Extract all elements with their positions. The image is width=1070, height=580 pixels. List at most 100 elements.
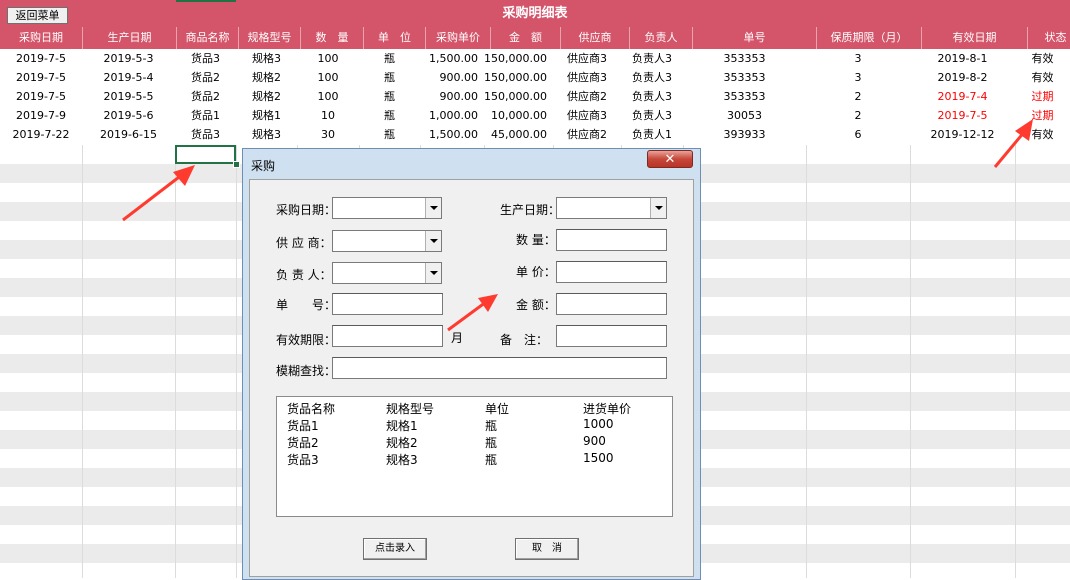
table-cell[interactable]: 353353 — [683, 49, 806, 68]
table-row[interactable]: 2019-7-9 2019-5-6 货品1 规格1 10 瓶 1,000.00 10,000.… — [0, 106, 1070, 125]
table-cell[interactable]: 353353 — [683, 68, 806, 87]
table-cell[interactable]: 30 — [297, 125, 359, 144]
table-row[interactable]: 2019-7-22 2019-6-15 货品3 规格3 30 瓶 1,500.00 45,00… — [0, 125, 1070, 144]
table-cell[interactable]: 过期 — [1015, 106, 1070, 125]
table-cell[interactable]: 瓶 — [359, 49, 420, 68]
manager-combo[interactable] — [332, 262, 442, 284]
table-cell[interactable]: 货品2 — [175, 68, 236, 87]
chevron-down-icon[interactable] — [425, 231, 441, 251]
close-icon[interactable]: ✕ — [647, 150, 693, 168]
table-cell[interactable]: 2019-7-22 — [0, 125, 82, 144]
table-cell[interactable]: 2019-7-5 — [910, 106, 1015, 125]
table-cell[interactable]: 供应商2 — [553, 87, 621, 106]
table-row[interactable]: 2019-7-5 2019-5-4 货品2 规格2 100 瓶 900.00 150,000.… — [0, 68, 1070, 87]
back-to-menu-button[interactable]: 返回菜单 — [7, 7, 68, 24]
table-cell[interactable]: 2019-5-6 — [82, 106, 175, 125]
table-cell[interactable]: 2 — [806, 106, 910, 125]
table-cell[interactable]: 有效 — [1015, 125, 1070, 144]
column-header[interactable]: 单号 — [692, 27, 816, 49]
table-cell[interactable]: 2019-7-5 — [0, 87, 82, 106]
table-cell[interactable]: 负责人3 — [621, 68, 683, 87]
list-item[interactable]: 货品2 规格2 瓶 900 — [277, 434, 672, 451]
table-cell[interactable]: 有效 — [1015, 68, 1070, 87]
table-cell[interactable]: 100 — [297, 49, 359, 68]
table-cell[interactable]: 2019-6-15 — [82, 125, 175, 144]
chevron-down-icon[interactable] — [425, 198, 441, 218]
table-cell[interactable]: 2019-7-5 — [0, 49, 82, 68]
table-cell[interactable]: 1,500.00 — [420, 125, 484, 144]
chevron-down-icon[interactable] — [425, 263, 441, 283]
table-cell[interactable]: 2019-8-1 — [910, 49, 1015, 68]
table-cell[interactable]: 2019-12-12 — [910, 125, 1015, 144]
table-cell[interactable]: 353353 — [683, 87, 806, 106]
column-header[interactable]: 数 量 — [300, 27, 363, 49]
column-header[interactable]: 保质期限（月） — [816, 27, 921, 49]
table-row[interactable]: 2019-7-5 2019-5-3 货品3 规格3 100 瓶 1,500.00 150,00… — [0, 49, 1070, 68]
table-cell[interactable]: 2019-7-4 — [910, 87, 1015, 106]
list-item[interactable]: 货品1 规格1 瓶 1000 — [277, 417, 672, 434]
table-cell[interactable]: 规格1 — [236, 106, 297, 125]
table-cell[interactable]: 2019-5-4 — [82, 68, 175, 87]
table-cell[interactable]: 过期 — [1015, 87, 1070, 106]
table-cell[interactable]: 150,000.00 — [484, 49, 553, 68]
table-cell[interactable]: 6 — [806, 125, 910, 144]
column-header[interactable]: 状态 — [1027, 27, 1070, 49]
list-item[interactable]: 货品3 规格3 瓶 1500 — [277, 451, 672, 468]
table-cell[interactable]: 2019-8-2 — [910, 68, 1015, 87]
table-cell[interactable]: 2019-7-9 — [0, 106, 82, 125]
column-header[interactable]: 金 额 — [490, 27, 560, 49]
table-cell[interactable]: 10,000.00 — [484, 106, 553, 125]
table-cell[interactable]: 1,000.00 — [420, 106, 484, 125]
product-listbox[interactable]: 货品名称 规格型号 单位 进货单价 货品1 规格1 瓶 1000 货品2 规格2 瓶 900 货… — [276, 396, 673, 517]
table-cell[interactable]: 150,000.00 — [484, 68, 553, 87]
fuzzy-search-input[interactable] — [332, 357, 667, 379]
column-header[interactable]: 规格型号 — [238, 27, 300, 49]
table-cell[interactable]: 瓶 — [359, 87, 420, 106]
remark-field[interactable] — [556, 325, 667, 347]
table-cell[interactable]: 瓶 — [359, 125, 420, 144]
table-cell[interactable]: 2 — [806, 87, 910, 106]
table-cell[interactable]: 1,500.00 — [420, 49, 484, 68]
table-cell[interactable]: 2019-5-5 — [82, 87, 175, 106]
table-cell[interactable]: 30053 — [683, 106, 806, 125]
table-cell[interactable]: 瓶 — [359, 68, 420, 87]
validity-field[interactable] — [332, 325, 443, 347]
table-row[interactable]: 2019-7-5 2019-5-5 货品2 规格2 100 瓶 900.00 150,000.… — [0, 87, 1070, 106]
table-cell[interactable]: 货品3 — [175, 125, 236, 144]
table-cell[interactable]: 2019-5-3 — [82, 49, 175, 68]
table-cell[interactable]: 规格2 — [236, 68, 297, 87]
column-header[interactable]: 商品名称 — [176, 27, 238, 49]
unit-price-field[interactable] — [556, 261, 667, 283]
order-number-field[interactable] — [332, 293, 443, 315]
table-cell[interactable]: 负责人1 — [621, 125, 683, 144]
table-cell[interactable]: 货品3 — [175, 49, 236, 68]
fill-handle[interactable] — [233, 161, 240, 168]
supplier-combo[interactable] — [332, 230, 442, 252]
table-cell[interactable]: 3 — [806, 68, 910, 87]
table-cell[interactable]: 45,000.00 — [484, 125, 553, 144]
production-date-combo[interactable] — [556, 197, 667, 219]
purchase-date-combo[interactable] — [332, 197, 442, 219]
table-cell[interactable]: 瓶 — [359, 106, 420, 125]
table-cell[interactable]: 规格3 — [236, 49, 297, 68]
table-cell[interactable]: 负责人3 — [621, 106, 683, 125]
table-cell[interactable]: 供应商3 — [553, 49, 621, 68]
table-cell[interactable]: 供应商3 — [553, 106, 621, 125]
table-cell[interactable]: 900.00 — [420, 87, 484, 106]
column-header[interactable]: 单 位 — [363, 27, 425, 49]
table-cell[interactable]: 负责人3 — [621, 87, 683, 106]
chevron-down-icon[interactable] — [650, 198, 666, 218]
table-cell[interactable]: 10 — [297, 106, 359, 125]
table-cell[interactable]: 有效 — [1015, 49, 1070, 68]
selected-cell[interactable] — [175, 145, 236, 164]
table-cell[interactable]: 100 — [297, 68, 359, 87]
column-header[interactable]: 采购日期 — [0, 27, 82, 49]
column-header[interactable]: 有效日期 — [921, 27, 1027, 49]
cancel-button[interactable]: 取 消 — [515, 538, 579, 560]
table-cell[interactable]: 150,000.00 — [484, 87, 553, 106]
table-cell[interactable]: 货品1 — [175, 106, 236, 125]
column-header[interactable]: 采购单价 — [425, 27, 490, 49]
column-header[interactable]: 负责人 — [629, 27, 692, 49]
quantity-field[interactable] — [556, 229, 667, 251]
table-cell[interactable]: 供应商2 — [553, 125, 621, 144]
